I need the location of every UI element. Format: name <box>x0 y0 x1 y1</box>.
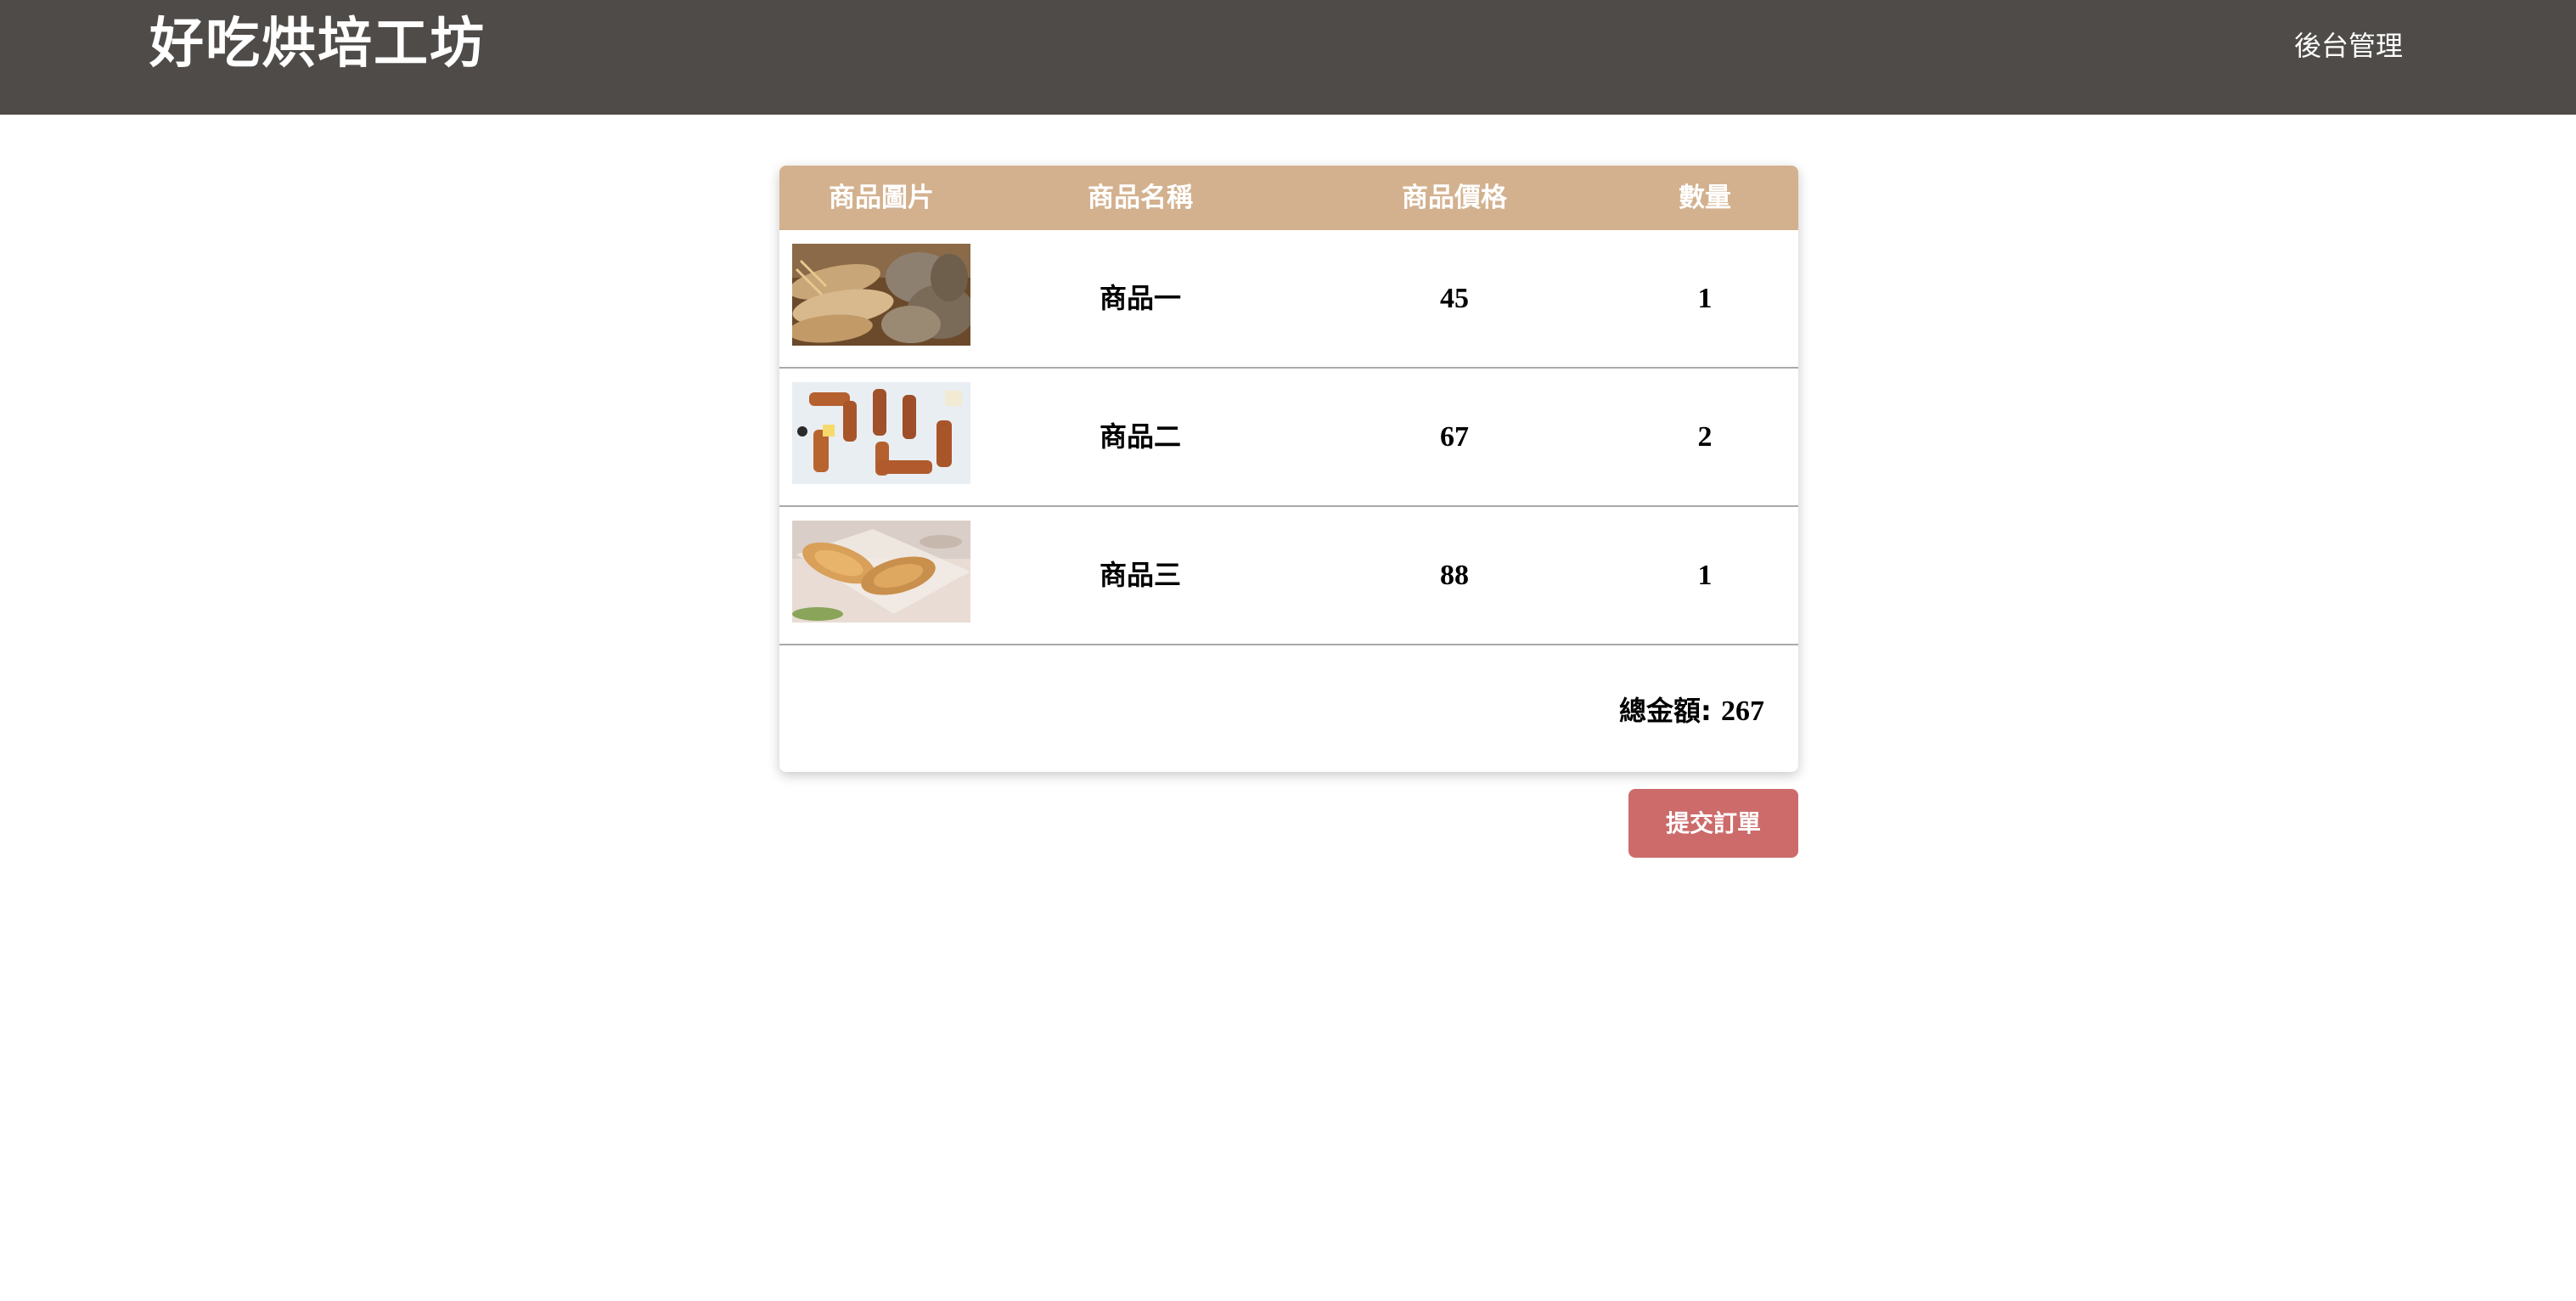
product-name: 商品一 <box>1099 282 1181 314</box>
table-row: 商品一 45 1 <box>779 230 1798 369</box>
table-row: 商品二 67 2 <box>779 369 1798 507</box>
table-row: 商品三 88 1 <box>779 507 1798 645</box>
product-quantity: 1 <box>1697 283 1713 314</box>
column-header-price: 商品價格 <box>1402 183 1507 213</box>
braided-bread-photo-icon <box>792 382 970 484</box>
column-header-name: 商品名稱 <box>1088 183 1193 213</box>
brand-title[interactable]: 好吃烘培工坊 <box>149 8 486 80</box>
column-header-image: 商品圖片 <box>829 183 934 213</box>
column-header-quantity: 數量 <box>1679 183 1731 213</box>
total-value: 267 <box>1721 696 1764 727</box>
top-header: 好吃烘培工坊 後台管理 <box>0 0 2576 115</box>
order-total: 總金額: 267 <box>1619 692 1764 730</box>
table-header: 商品圖片 商品名稱 商品價格 數量 <box>779 166 1798 230</box>
cart-table: 商品圖片 商品名稱 商品價格 數量 商品一 45 1 商品二 67 2 商品三 … <box>779 166 1798 772</box>
product-price: 88 <box>1440 560 1469 591</box>
product-name: 商品二 <box>1099 420 1181 453</box>
admin-nav-link[interactable]: 後台管理 <box>2294 25 2403 66</box>
product-price: 67 <box>1440 421 1469 453</box>
product-quantity: 1 <box>1697 560 1713 591</box>
product-price: 45 <box>1440 283 1469 314</box>
product-name: 商品三 <box>1099 559 1181 591</box>
total-label: 總金額: <box>1619 695 1712 727</box>
submit-order-button[interactable]: 提交訂單 <box>1628 789 1798 858</box>
croissant-photo-icon <box>792 521 970 622</box>
bread-loaves-photo-icon <box>792 244 970 346</box>
product-quantity: 2 <box>1697 421 1713 453</box>
